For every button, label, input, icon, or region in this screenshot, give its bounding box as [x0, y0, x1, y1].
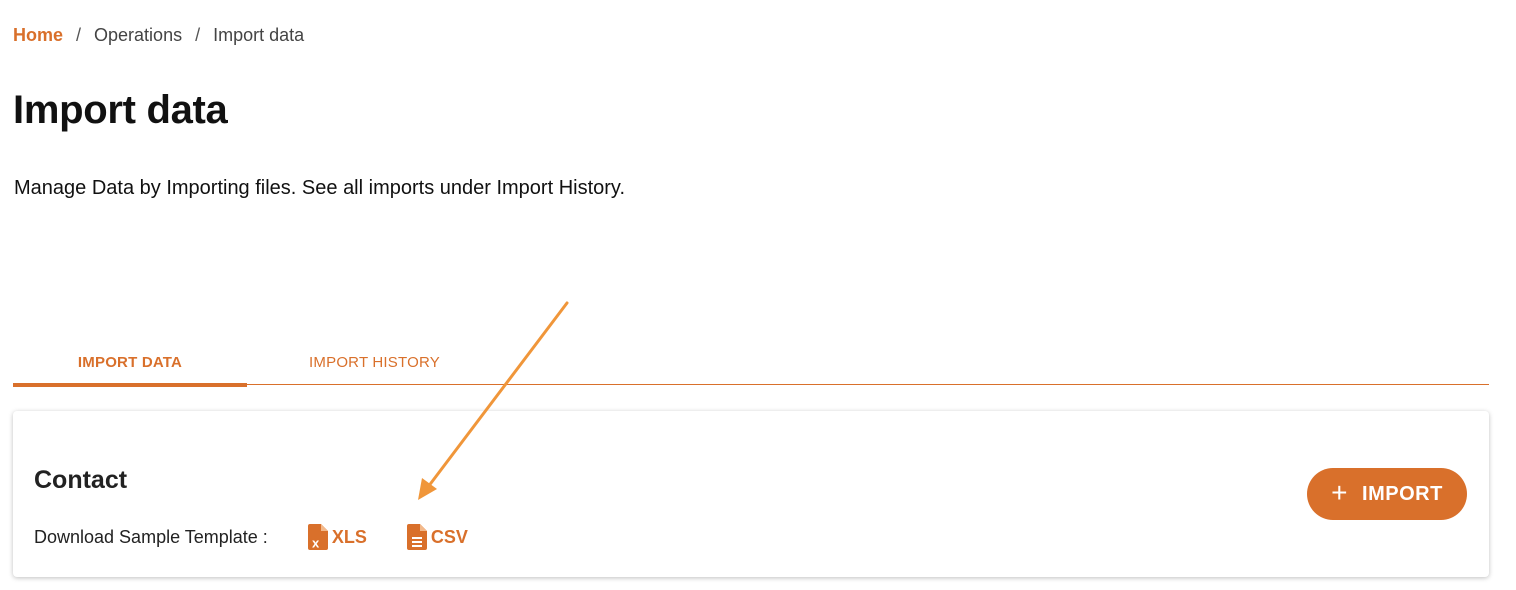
breadcrumb-current: Import data	[213, 25, 305, 45]
download-csv-link[interactable]: CSV	[406, 524, 468, 550]
card-title: Contact	[34, 466, 128, 494]
page-title: Import data	[13, 88, 228, 132]
sample-template-row: Download Sample Template : x XLS CSV	[34, 524, 468, 550]
csv-file-icon	[406, 524, 427, 550]
breadcrumb-separator: /	[76, 25, 82, 45]
download-csv-label: CSV	[430, 526, 468, 547]
breadcrumb-operations[interactable]: Operations	[94, 25, 182, 46]
import-card: Contact Download Sample Template : x XLS	[13, 411, 1489, 577]
tab-import-history[interactable]: IMPORT HISTORY	[247, 340, 502, 385]
page: Home / Operations / Import data Import d…	[0, 0, 1516, 590]
tab-bar: IMPORT DATA IMPORT HISTORY	[13, 340, 1489, 387]
breadcrumb-separator: /	[195, 25, 201, 45]
download-xls-label: XLS	[331, 526, 367, 547]
download-xls-link[interactable]: x XLS	[307, 524, 367, 551]
xls-file-icon: x	[307, 524, 328, 551]
sample-template-label: Download Sample Template :	[34, 526, 268, 547]
breadcrumb-home[interactable]: Home	[13, 25, 63, 46]
page-description: Manage Data by Importing files. See all …	[14, 177, 625, 199]
plus-icon: +	[1331, 476, 1349, 508]
tab-import-data[interactable]: IMPORT DATA	[13, 340, 247, 387]
breadcrumb: Home / Operations / Import data	[13, 25, 304, 46]
svg-text:x: x	[312, 536, 320, 551]
import-button[interactable]: + IMPORT	[1307, 468, 1467, 520]
import-button-label: IMPORT	[1362, 482, 1443, 505]
